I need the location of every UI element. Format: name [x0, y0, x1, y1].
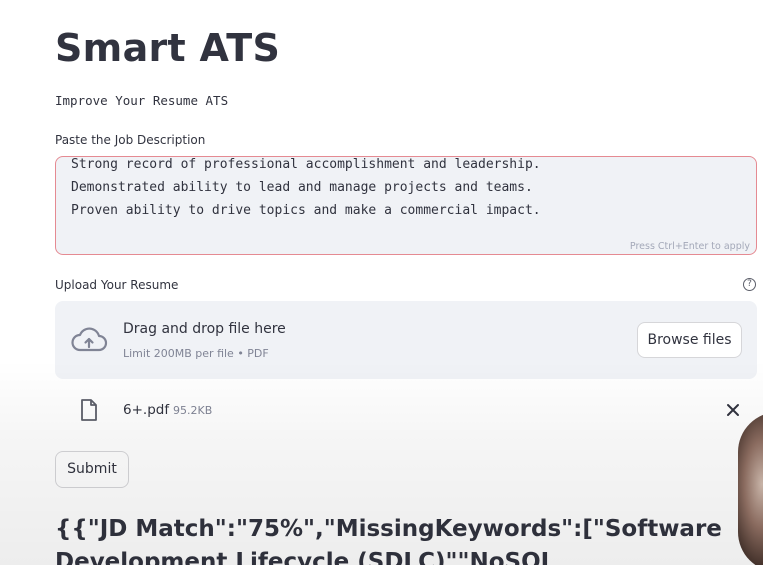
job-description-value[interactable]: Strong record of professional accomplish… — [71, 157, 541, 222]
file-icon — [81, 399, 97, 421]
dropzone-limit: Limit 200MB per file • PDF — [123, 347, 269, 360]
submit-button[interactable]: Submit — [55, 451, 129, 488]
uploaded-file-row: 6+.pdf 95.2KB — [55, 390, 757, 430]
upload-resume-label: Upload Your Resume — [55, 278, 179, 292]
app-page: Smart ATS Improve Your Resume ATS Paste … — [0, 0, 763, 565]
uploaded-file-name: 6+.pdf — [123, 402, 170, 418]
job-description-label: Paste the Job Description — [55, 133, 206, 147]
page-subtitle: Improve Your Resume ATS — [55, 93, 229, 108]
close-icon[interactable] — [725, 402, 741, 418]
page-title: Smart ATS — [55, 26, 281, 70]
textarea-hint: Press Ctrl+Enter to apply — [629, 241, 750, 252]
question-circle-icon[interactable]: ? — [743, 278, 756, 291]
browse-files-button[interactable]: Browse files — [637, 322, 742, 358]
job-description-textarea[interactable]: Strong record of professional accomplish… — [55, 156, 757, 255]
dropzone-instructions: Drag and drop file here — [123, 321, 286, 337]
uploaded-file-size: 95.2KB — [173, 404, 213, 417]
webcam-overlay — [738, 412, 763, 565]
ats-result-output: {{"JD Match":"75%","MissingKeywords":["S… — [55, 516, 722, 565]
cloud-upload-icon — [71, 327, 108, 352]
file-dropzone[interactable]: Drag and drop file here Limit 200MB per … — [55, 301, 757, 379]
